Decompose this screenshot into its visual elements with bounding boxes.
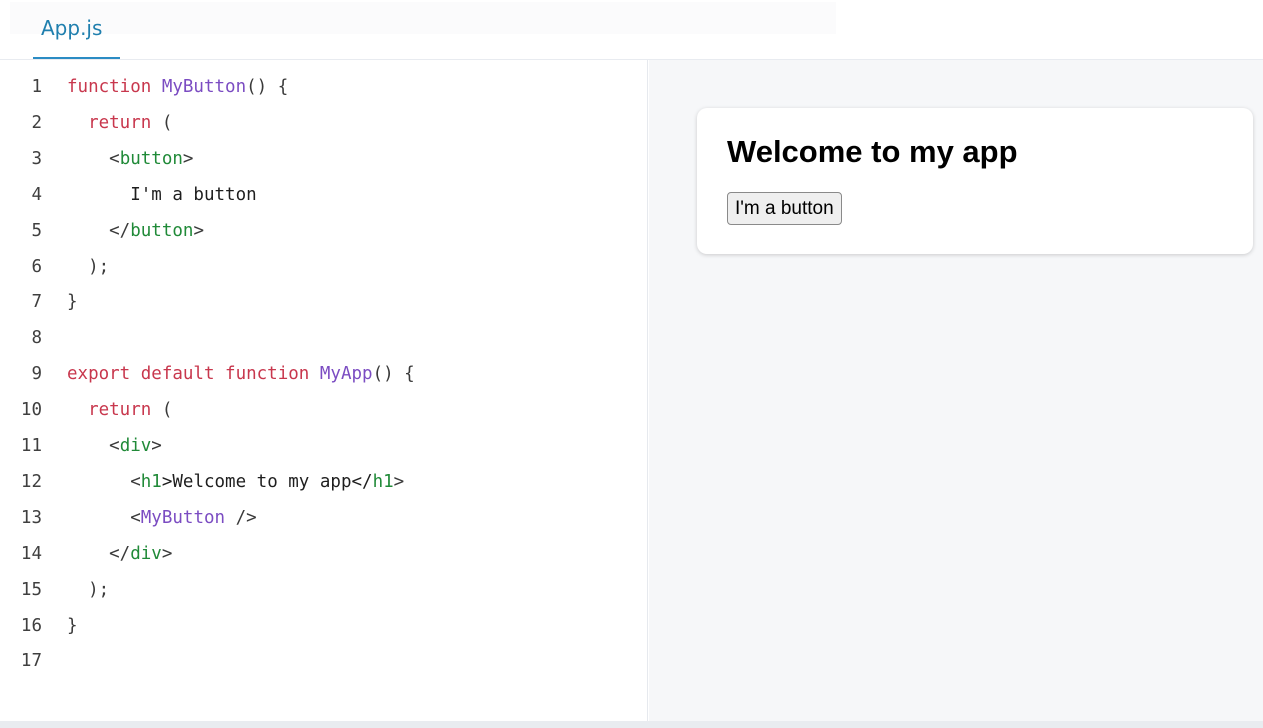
code-token: ); — [67, 256, 110, 277]
preview-button[interactable]: I'm a button — [727, 192, 842, 225]
code-line[interactable]: 2 return ( — [0, 105, 640, 141]
code-token: /> — [225, 507, 257, 528]
code-text: return ( — [67, 105, 172, 141]
code-token: () { — [246, 77, 289, 97]
code-line[interactable]: 1 function MyButton() { — [0, 69, 640, 105]
line-number: 4 — [31, 184, 42, 205]
bottom-divider — [0, 721, 1263, 728]
preview-card: Welcome to my app I'm a button — [697, 108, 1253, 254]
file-tab-bar: App.js — [0, 0, 1263, 60]
preview-heading: Welcome to my app — [727, 134, 1018, 169]
preview-pane: Welcome to my app I'm a button — [649, 60, 1263, 721]
code-line[interactable]: 15 ); — [0, 572, 640, 608]
code-text: <button> — [67, 141, 193, 177]
code-text: function MyButton() { — [67, 69, 288, 105]
code-token: >Welcome to my app</ — [161, 471, 373, 492]
code-token: < — [67, 471, 141, 492]
code-line[interactable]: 17 — [0, 643, 640, 679]
code-line[interactable]: 10 return ( — [0, 392, 640, 428]
code-token: < — [67, 436, 120, 456]
code-text: <h1>Welcome to my app</h1> — [67, 464, 404, 500]
code-token: > — [393, 471, 405, 492]
code-text: I'm a button — [67, 177, 257, 213]
code-line[interactable]: 16} — [0, 608, 640, 644]
code-token: export default function — [67, 364, 320, 385]
code-text: return ( — [67, 392, 172, 428]
line-number: 5 — [31, 220, 42, 241]
code-line[interactable]: 3 <button> — [0, 141, 640, 177]
code-token: > — [161, 543, 173, 564]
code-token: function — [67, 77, 162, 97]
code-token: h1 — [140, 471, 162, 492]
line-number: 1 — [31, 77, 42, 97]
code-token: > — [151, 436, 162, 456]
line-number: 14 — [20, 543, 42, 564]
code-line[interactable]: 5 </button> — [0, 213, 640, 249]
tab-strip — [10, 2, 836, 34]
code-token: I'm a button — [67, 184, 257, 205]
line-number: 8 — [31, 328, 42, 349]
line-number: 2 — [31, 112, 42, 133]
line-number: 9 — [31, 364, 42, 385]
code-text: <MyButton /> — [67, 500, 257, 536]
line-number: 11 — [20, 436, 42, 456]
code-text: </div> — [67, 536, 172, 572]
line-number: 16 — [20, 615, 42, 636]
line-number: 17 — [20, 651, 42, 672]
code-text: } — [67, 608, 78, 644]
line-number: 6 — [31, 256, 42, 277]
code-token: < — [67, 507, 141, 528]
code-text: </button> — [67, 213, 204, 249]
tab-label: App.js — [41, 16, 103, 40]
code-token: () { — [372, 364, 415, 385]
code-text: ); — [67, 572, 109, 608]
code-line[interactable]: 9 export default function MyApp() { — [0, 356, 640, 392]
code-token: } — [67, 292, 78, 313]
code-editor[interactable]: 1 function MyButton() {2 return (3 <butto… — [0, 60, 648, 721]
code-token: ( — [151, 400, 173, 421]
code-line[interactable]: 4 I'm a button — [0, 177, 640, 213]
code-token: MyButton — [140, 507, 226, 528]
code-line[interactable]: 13 <MyButton /> — [0, 500, 640, 536]
code-token: > — [182, 148, 194, 169]
line-number: 13 — [20, 507, 42, 528]
code-token: MyButton — [161, 77, 247, 97]
code-token: button — [119, 148, 183, 169]
code-token: MyApp — [319, 364, 373, 385]
code-text: export default function MyApp() { — [67, 356, 415, 392]
code-token: div — [119, 436, 152, 456]
code-token: ); — [67, 579, 110, 600]
code-line[interactable]: 6 ); — [0, 249, 640, 285]
line-number: 10 — [20, 400, 42, 421]
line-number: 3 — [31, 148, 42, 169]
code-token: } — [67, 615, 78, 636]
line-number: 7 — [31, 292, 42, 313]
code-line[interactable]: 14 </div> — [0, 536, 640, 572]
code-text: ); — [67, 249, 109, 285]
code-token: return — [88, 400, 152, 421]
code-token: return — [88, 112, 152, 133]
code-text: } — [67, 284, 78, 320]
tab-app-js[interactable]: App.js — [33, 0, 120, 59]
code-token: ( — [151, 112, 173, 133]
code-token: div — [130, 543, 162, 564]
code-token: button — [130, 220, 194, 241]
code-line[interactable]: 11 <div> — [0, 428, 640, 464]
line-number: 15 — [20, 579, 42, 600]
code-text: <div> — [67, 428, 162, 464]
sandbox-window: App.js 1 function MyButton() {2 return (3… — [0, 0, 1263, 728]
code-line[interactable]: 12 <h1>Welcome to my app</h1> — [0, 464, 640, 500]
line-number: 12 — [20, 471, 42, 492]
code-token: > — [193, 220, 204, 241]
code-token: </ — [67, 543, 131, 564]
code-token: h1 — [372, 471, 394, 492]
code-line[interactable]: 8 — [0, 320, 640, 356]
code-token: < — [67, 148, 120, 169]
code-line[interactable]: 7} — [0, 284, 640, 320]
code-token: </ — [67, 220, 131, 241]
